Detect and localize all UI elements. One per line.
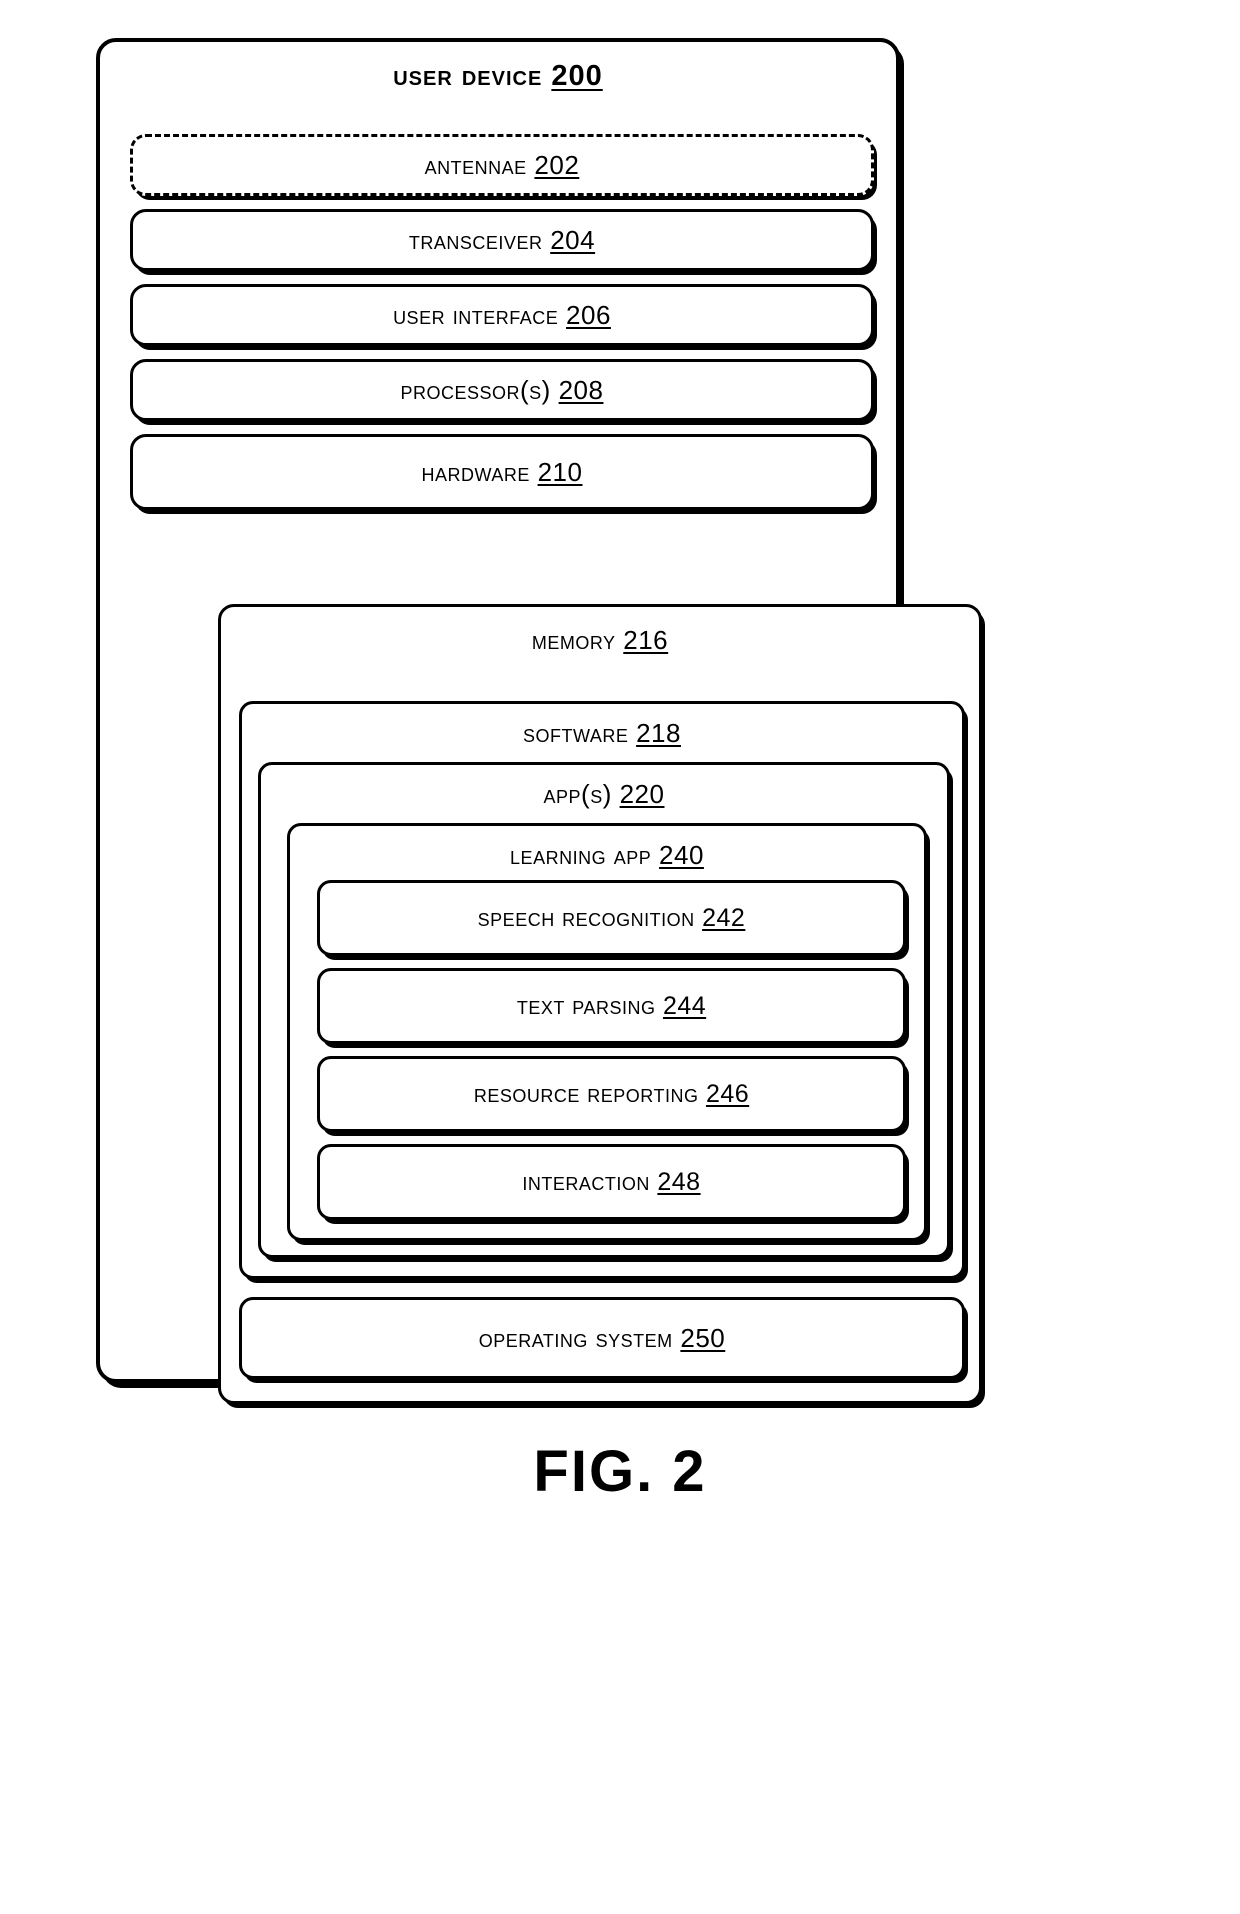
antennae-ref: 202: [534, 149, 580, 180]
text-parsing-ref: 244: [662, 991, 707, 1020]
speech-recognition-box: Speech Recognition 242: [317, 880, 906, 956]
memory-label: Memory: [531, 625, 616, 655]
hardware-box: Hardware 210: [130, 434, 874, 510]
speech-recognition-ref: 242: [702, 903, 746, 932]
software-title: Software 218: [242, 718, 962, 749]
user-interface-label: User Interface: [393, 299, 559, 330]
text-parsing-box: Text Parsing 244: [317, 968, 906, 1044]
learning-app-label: Learning App: [510, 840, 652, 870]
memory-ref: 216: [623, 625, 669, 655]
transceiver-box: Transceiver 204: [130, 209, 874, 271]
software-ref: 218: [636, 718, 681, 748]
software-box: Software 218 App(s) 220 Learning App 240: [239, 701, 965, 1279]
operating-system-box: Operating System 250: [239, 1297, 965, 1379]
operating-system-label: Operating System: [478, 1322, 673, 1353]
antennae-label: Antennae: [424, 149, 527, 180]
resource-reporting-box: Resource Reporting 246: [317, 1056, 906, 1132]
resource-reporting-ref: 246: [705, 1079, 750, 1108]
user-interface-ref: 206: [566, 299, 611, 330]
memory-title: Memory 216: [221, 625, 979, 656]
learning-app-box: Learning App 240 Speech Recognition 242: [287, 823, 927, 1241]
apps-box: App(s) 220 Learning App 240 Speech: [258, 762, 950, 1258]
memory-box: Memory 216 Software 218 App(s) 220: [218, 604, 982, 1404]
patent-figure-page: User Device 200 Antennae 202 Transceiver…: [0, 0, 1240, 1914]
learning-app-ref: 240: [659, 840, 704, 870]
text-parsing-label: Text Parsing: [516, 991, 656, 1020]
processors-label: Processor(s): [400, 374, 551, 405]
transceiver-ref: 204: [550, 224, 596, 255]
interaction-ref: 248: [657, 1167, 701, 1196]
user-device-box: User Device 200 Antennae 202 Transceiver…: [96, 38, 982, 1404]
figure-caption: FIG. 2: [533, 1439, 707, 1504]
apps-label: App(s): [543, 779, 612, 809]
interaction-box: Interaction 248: [317, 1144, 906, 1220]
component-stack: Antennae 202 Transceiver 204 User Interf…: [130, 134, 874, 510]
hardware-label: Hardware: [421, 456, 530, 487]
software-label: Software: [523, 718, 629, 748]
apps-title: App(s) 220: [261, 779, 947, 810]
processors-box: Processor(s) 208: [130, 359, 874, 421]
hardware-ref: 210: [537, 456, 583, 487]
user-device-title-label: User Device: [393, 60, 543, 92]
resource-reporting-label: Resource Reporting: [473, 1079, 699, 1108]
user-interface-box: User Interface 206: [130, 284, 874, 346]
user-device-title: User Device 200: [100, 60, 896, 93]
processors-ref: 208: [558, 374, 604, 405]
learning-app-title: Learning App 240: [290, 840, 924, 871]
apps-ref: 220: [619, 779, 665, 809]
operating-system-ref: 250: [680, 1322, 726, 1353]
transceiver-label: Transceiver: [408, 224, 543, 255]
antennae-box: Antennae 202: [130, 134, 874, 196]
interaction-label: Interaction: [522, 1167, 650, 1196]
learning-app-module-list: Speech Recognition 242 Text Parsing 244: [317, 880, 906, 1220]
user-device-title-ref: 200: [551, 60, 603, 92]
speech-recognition-label: Speech Recognition: [477, 903, 695, 932]
